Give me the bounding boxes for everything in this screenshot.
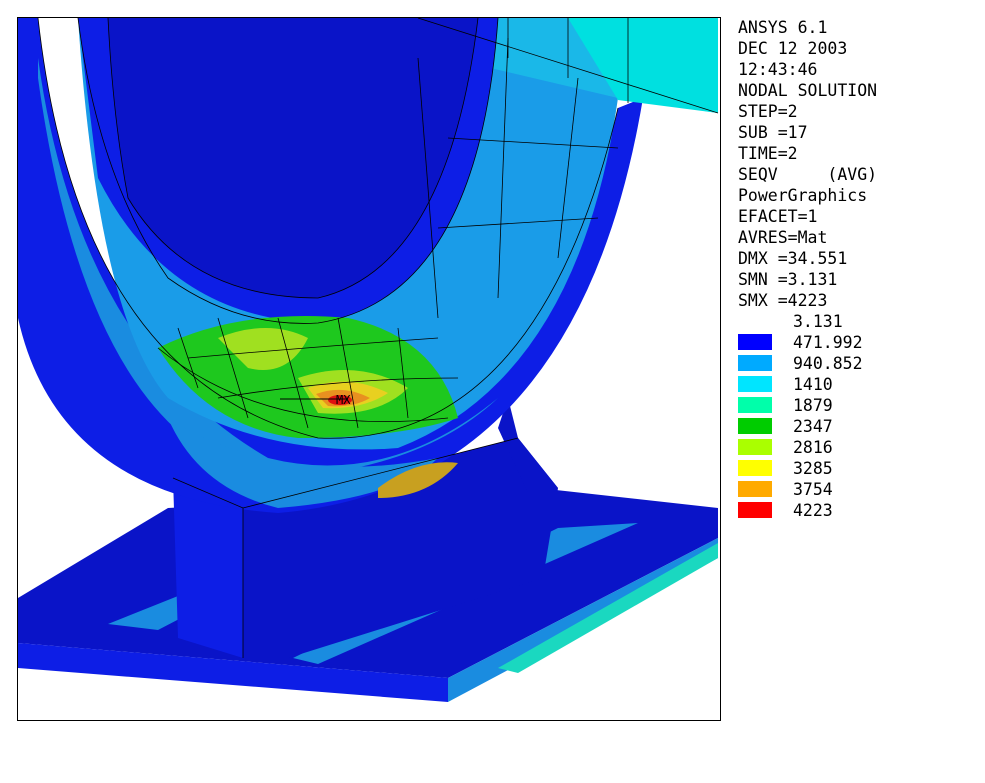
contour-legend: 3.131 471.992 940.852 1410 1879 2347 281… [738,311,978,521]
legend-value: 3285 [793,459,833,478]
legend-swatch [738,460,772,476]
header-time: 12:43:46 [738,60,818,79]
legend-swatch [738,355,772,371]
legend-band: 3754 [738,479,978,500]
legend-value: 3754 [793,480,833,499]
legend-swatch [738,502,772,518]
header-smx: SMX =4223 [738,291,828,310]
header-graphics-mode: PowerGraphics [738,186,868,205]
contour-plot-viewport: MX [17,17,721,721]
legend-min-label: 3.131 [793,312,843,331]
header-substep: SUB =17 [738,123,808,142]
legend-value: 1410 [793,375,833,394]
legend-value: 2816 [793,438,833,457]
header-dmx: DMX =34.551 [738,249,848,268]
header-smn: SMN =3.131 [738,270,838,289]
legend-value: 4223 [793,501,833,520]
legend-band: 2816 [738,437,978,458]
legend-swatch [738,376,772,392]
legend-value: 471.992 [793,333,863,352]
legend-band: 1879 [738,395,978,416]
legend-min-value: 3.131 [738,311,978,332]
legend-band: 471.992 [738,332,978,353]
legend-value: 940.852 [793,354,863,373]
legend-band: 3285 [738,458,978,479]
legend-swatch [738,397,772,413]
header-time-value: TIME=2 [738,144,798,163]
legend-swatch [738,481,772,497]
legend-swatch [738,439,772,455]
legend-swatch [738,418,772,434]
legend-band: 4223 [738,500,978,521]
ansys-info-panel: ANSYS 6.1 DEC 12 2003 12:43:46 NODAL SOL… [738,17,978,521]
header-date: DEC 12 2003 [738,39,848,58]
header-step: STEP=2 [738,102,798,121]
header-solution-type: NODAL SOLUTION [738,81,878,100]
header-result-item: SEQV (AVG) [738,165,878,184]
legend-band: 1410 [738,374,978,395]
header-efacet: EFACET=1 [738,207,818,226]
legend-value: 1879 [793,396,833,415]
legend-band: 940.852 [738,353,978,374]
legend-band: 2347 [738,416,978,437]
header-avres: AVRES=Mat [738,228,828,247]
legend-swatch [738,334,772,350]
header-ansys-version: ANSYS 6.1 [738,18,828,37]
max-marker-label: MX [336,393,351,407]
stress-contour-model: MX [18,18,719,702]
legend-value: 2347 [793,417,833,436]
